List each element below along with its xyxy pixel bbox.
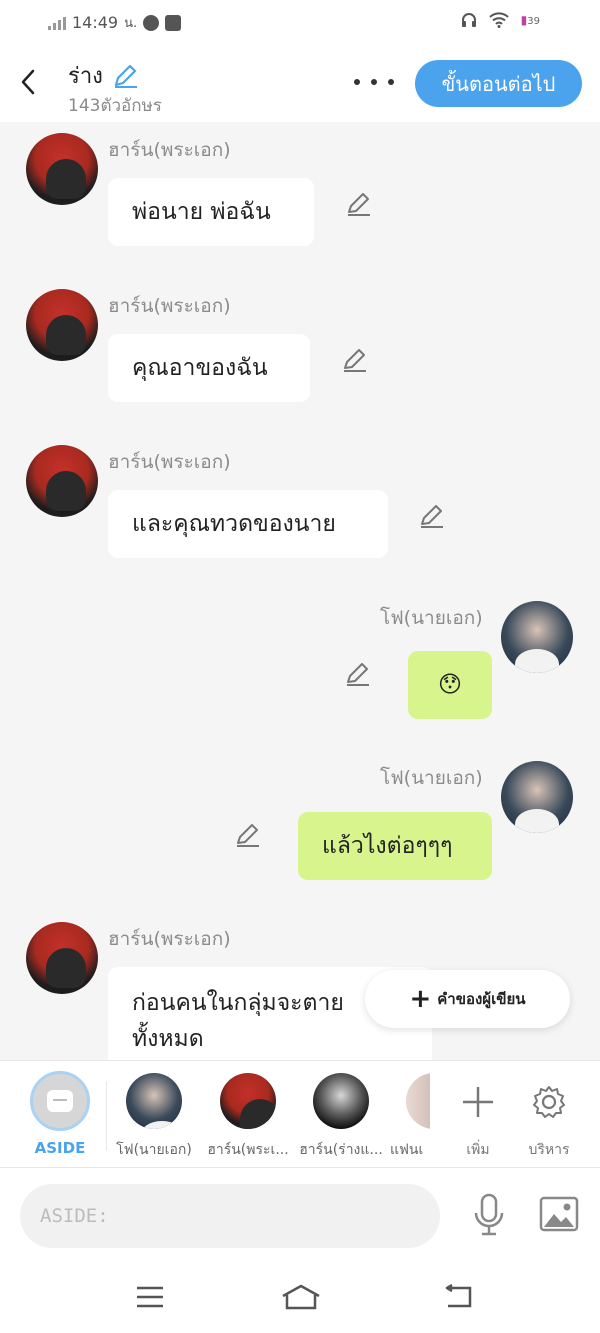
avatar xyxy=(126,1073,182,1129)
sender-name: ฮาร์น(พระเอก) xyxy=(108,928,231,950)
more-dot-icon xyxy=(354,79,360,85)
aside-label: ASIDE xyxy=(34,1139,86,1157)
add-character-button[interactable]: เพิ่ม xyxy=(443,1073,513,1161)
page-title: ร่าง xyxy=(68,58,139,93)
chat-area[interactable]: ฮาร์น(พระเอก) พ่อนาย พ่อฉัน ฮาร์น(พระเอก… xyxy=(0,122,600,1060)
media-icon xyxy=(165,14,182,31)
message-bubble[interactable]: คุณอาของฉัน xyxy=(108,334,310,402)
pencil-icon[interactable] xyxy=(111,62,139,90)
home-icon xyxy=(282,1284,320,1310)
system-nav-bar xyxy=(0,1260,600,1333)
gear-icon xyxy=(533,1086,565,1118)
avatar xyxy=(406,1073,430,1129)
character-item[interactable]: แฟนเ xyxy=(390,1073,430,1161)
avatar xyxy=(313,1073,369,1129)
sender-name: ฮาร์น(พระเอก) xyxy=(108,139,231,161)
page-title-text: ร่าง xyxy=(68,64,103,89)
aside-icon xyxy=(47,1090,73,1112)
message-line: ทั้งหมด xyxy=(132,1026,204,1052)
more-dot-icon xyxy=(371,79,377,85)
image-icon xyxy=(539,1196,579,1232)
status-time-suffix: น. xyxy=(124,16,138,31)
character-item[interactable]: ฮาร์น(ร่างแ... xyxy=(299,1073,383,1161)
avatar[interactable] xyxy=(501,761,573,833)
back-button[interactable] xyxy=(14,66,42,98)
avatar[interactable] xyxy=(26,133,98,205)
messenger-icon xyxy=(143,14,160,31)
microphone-icon xyxy=(474,1193,504,1236)
menu-icon xyxy=(137,1286,163,1308)
plus-icon: + xyxy=(409,984,432,1014)
chevron-left-icon xyxy=(21,69,35,95)
aside-button[interactable] xyxy=(30,1071,90,1131)
message-bubble[interactable]: 😯 xyxy=(408,651,492,719)
wifi-icon xyxy=(488,12,509,28)
manage-button[interactable]: บริหาร xyxy=(514,1073,584,1161)
author-note-label: คำของผู้เขียน xyxy=(437,990,526,1008)
character-name: ฮาร์น(ร่างแ... xyxy=(299,1142,383,1158)
avatar[interactable] xyxy=(26,445,98,517)
status-time: 14:49 xyxy=(72,13,119,32)
character-bar: ASIDE โฟ(นายเอก) ฮาร์น(พระเ... ฮาร์น(ร่า… xyxy=(0,1060,600,1168)
avatar xyxy=(220,1073,276,1129)
microphone-button[interactable] xyxy=(468,1190,510,1240)
character-item[interactable]: ฮาร์น(พระเ... xyxy=(206,1073,290,1161)
next-step-button[interactable]: ขั้นตอนต่อไป xyxy=(415,60,582,107)
recents-button[interactable] xyxy=(132,1280,168,1314)
character-name: แฟนเ xyxy=(390,1142,424,1158)
edit-pencil-icon[interactable] xyxy=(418,502,446,530)
back-nav-button[interactable] xyxy=(440,1280,476,1314)
message-bubble[interactable]: พ่อนาย พ่อฉัน xyxy=(108,178,314,246)
character-name: ฮาร์น(พระเ... xyxy=(207,1142,289,1158)
add-label: เพิ่ม xyxy=(466,1142,490,1158)
message-input[interactable] xyxy=(20,1184,440,1248)
edit-pencil-icon[interactable] xyxy=(344,660,372,688)
divider xyxy=(106,1081,107,1151)
status-left: 14:49 น. xyxy=(48,12,182,33)
image-button[interactable] xyxy=(537,1192,581,1236)
more-menu-button[interactable] xyxy=(354,72,394,92)
character-item[interactable]: โฟ(นายเอก) xyxy=(112,1073,196,1161)
status-right: ▮39 xyxy=(461,12,540,28)
plus-icon xyxy=(463,1087,493,1117)
input-bar xyxy=(0,1168,600,1260)
edit-pencil-icon[interactable] xyxy=(345,190,373,218)
avatar[interactable] xyxy=(501,601,573,673)
manage-label: บริหาร xyxy=(528,1142,570,1158)
signal-icon xyxy=(48,16,66,30)
character-name: โฟ(นายเอก) xyxy=(116,1142,192,1158)
status-bar: 14:49 น. ▮39 xyxy=(0,0,600,46)
edit-pencil-icon[interactable] xyxy=(341,346,369,374)
sender-name: ฮาร์น(พระเอก) xyxy=(108,295,231,317)
message-bubble[interactable]: แล้วไงต่อๆๆๆ xyxy=(298,812,492,880)
char-count: 143ตัวอักษร xyxy=(68,96,162,116)
header: ร่าง 143ตัวอักษร ขั้นตอนต่อไป xyxy=(0,46,600,122)
author-note-button[interactable]: + คำของผู้เขียน xyxy=(365,970,570,1028)
headphones-icon xyxy=(461,13,476,27)
sender-name: โฟ(นายเอก) xyxy=(380,767,483,789)
battery-level: 39 xyxy=(527,16,540,27)
edit-pencil-icon[interactable] xyxy=(234,821,262,849)
home-button[interactable] xyxy=(280,1280,322,1314)
more-dot-icon xyxy=(388,79,394,85)
battery-icon: ▮39 xyxy=(520,13,540,27)
message-bubble[interactable]: และคุณทวดของนาย xyxy=(108,490,388,558)
sender-name: โฟ(นายเอก) xyxy=(380,607,483,629)
back-arrow-icon xyxy=(445,1284,472,1308)
avatar[interactable] xyxy=(26,922,98,994)
sender-name: ฮาร์น(พระเอก) xyxy=(108,451,231,473)
avatar[interactable] xyxy=(26,289,98,361)
